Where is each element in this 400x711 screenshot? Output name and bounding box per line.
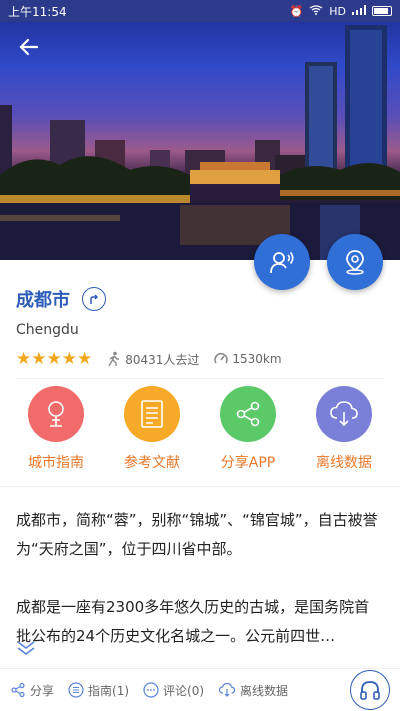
city-pinyin: Chengdu xyxy=(16,322,79,338)
city-guide-icon xyxy=(48,401,64,427)
city-guide-button[interactable]: 城市指南 xyxy=(11,386,101,472)
divider xyxy=(0,486,400,487)
back-button[interactable] xyxy=(14,34,44,64)
voice-guide-button[interactable] xyxy=(254,234,310,290)
status-icons: ⏰ HD xyxy=(289,4,392,18)
headphones-icon xyxy=(360,681,380,700)
network-type-label: HD xyxy=(329,4,346,18)
distance-gauge-icon xyxy=(214,353,229,364)
rating-stars: ★★★★★ xyxy=(16,349,93,369)
turn-right-icon xyxy=(90,294,99,304)
action-label: 参考文献 xyxy=(124,455,180,471)
person-voice-icon xyxy=(270,251,294,274)
comments-tab-label: 评论(0) xyxy=(163,683,205,698)
location-button[interactable] xyxy=(327,234,383,290)
references-button[interactable]: 参考文献 xyxy=(107,386,197,472)
directions-button[interactable] xyxy=(82,287,106,311)
status-bar: 上午11:54 ⏰ HD xyxy=(0,0,400,22)
title-row: 成都市 xyxy=(16,286,106,312)
double-chevron-down-icon xyxy=(17,641,35,655)
status-time: 上午11:54 xyxy=(8,4,67,19)
city-description: 成都市，简称“蓉”，别称“锦城”、“锦官城”，自古被誉为“天府之国”，位于四川省… xyxy=(16,506,384,680)
description-paragraph: 成都市，简称“蓉”，别称“锦城”、“锦官城”，自古被誉为“天府之国”，位于四川省… xyxy=(16,511,378,558)
wifi-icon xyxy=(309,4,323,18)
distance: 1530km xyxy=(213,351,282,367)
action-row: 城市指南 参考文献 分享APP 离线数据 xyxy=(0,386,400,472)
alarm-icon: ⏰ xyxy=(289,4,304,18)
offline-data-button[interactable]: 离线数据 xyxy=(299,386,389,472)
battery-icon xyxy=(372,6,392,16)
document-icon xyxy=(141,400,163,428)
share-icon xyxy=(236,401,260,427)
share-tab[interactable]: 分享 xyxy=(10,682,54,699)
bottom-toolbar: 分享 指南(1) 评论(0) 离线数据 xyxy=(0,668,400,711)
list-circle-icon xyxy=(68,682,84,698)
action-circle xyxy=(124,386,180,442)
visitor-count: 80431人去过 xyxy=(106,351,199,368)
city-skyline-illustration xyxy=(0,25,400,260)
offline-tab[interactable]: 离线数据 xyxy=(218,682,288,699)
cloud-download-icon xyxy=(330,401,358,427)
city-name: 成都市 xyxy=(16,290,70,311)
action-label: 城市指南 xyxy=(28,455,84,471)
share-small-icon xyxy=(11,682,25,698)
distance-label: 1530km xyxy=(232,352,282,366)
expand-more-button[interactable] xyxy=(16,640,36,660)
action-label: 离线数据 xyxy=(316,455,372,471)
action-circle xyxy=(316,386,372,442)
action-circle xyxy=(220,386,276,442)
walking-person-icon xyxy=(108,351,120,367)
visitor-count-label: 80431人去过 xyxy=(125,352,200,367)
action-circle xyxy=(28,386,84,442)
map-pin-icon xyxy=(346,250,364,275)
signal-icon xyxy=(352,4,366,18)
hero-image xyxy=(0,0,400,260)
share-tab-label: 分享 xyxy=(30,683,55,698)
city-meta-row: ★★★★★ 80431人去过 1530km xyxy=(16,349,282,369)
divider xyxy=(16,378,384,379)
share-app-button[interactable]: 分享APP xyxy=(203,386,293,472)
comments-tab[interactable]: 评论(0) xyxy=(143,682,204,699)
comment-icon xyxy=(143,682,159,698)
guide-tab[interactable]: 指南(1) xyxy=(68,682,129,699)
action-label: 分享APP xyxy=(220,455,276,471)
audio-guide-button[interactable] xyxy=(350,670,390,710)
description-paragraph: 成都是一座有2300多年悠久历史的古城，是国务院首批公布的24个历史文化名城之一… xyxy=(16,598,370,645)
offline-tab-label: 离线数据 xyxy=(240,683,289,698)
guide-tab-label: 指南(1) xyxy=(88,683,130,698)
cloud-small-icon xyxy=(218,682,236,697)
arrow-left-icon xyxy=(19,38,39,56)
